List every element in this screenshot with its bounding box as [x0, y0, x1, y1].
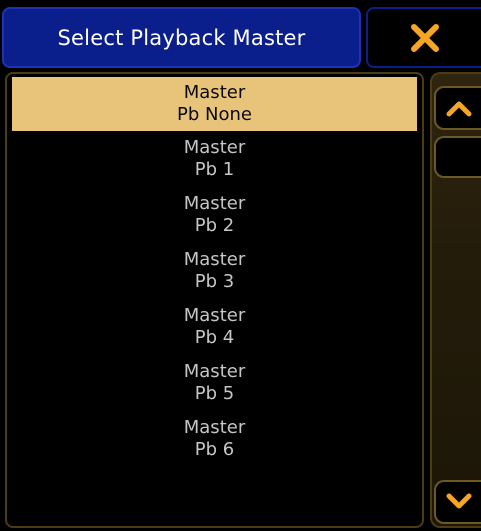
list-item[interactable]: Master Pb None	[12, 77, 417, 131]
list-item-line1: Master	[184, 361, 245, 383]
list-item-line2: Pb 4	[195, 327, 234, 349]
list-item-line1: Master	[184, 82, 245, 104]
list-item-line1: Master	[184, 417, 245, 439]
list-item[interactable]: Master Pb 2	[12, 187, 417, 243]
list-item-line2: Pb 6	[195, 439, 234, 461]
scroll-thumb[interactable]	[434, 136, 481, 178]
playback-master-list: Master Pb None Master Pb 1 Master Pb 2 M…	[5, 72, 424, 528]
dialog-title: Select Playback Master	[58, 26, 306, 50]
list-item-line2: Pb 3	[195, 271, 234, 293]
scroll-down-button[interactable]	[434, 480, 481, 524]
list-item[interactable]: Master Pb 3	[12, 243, 417, 299]
list-item[interactable]: Master Pb 1	[12, 131, 417, 187]
list-items-container: Master Pb None Master Pb 1 Master Pb 2 M…	[12, 77, 417, 467]
list-item-line1: Master	[184, 249, 245, 271]
list-item-line1: Master	[184, 193, 245, 215]
close-x-icon	[410, 23, 440, 53]
list-item-line2: Pb 5	[195, 383, 234, 405]
list-item-line2: Pb None	[177, 104, 252, 126]
chevron-down-icon	[446, 493, 472, 511]
close-button[interactable]	[366, 7, 481, 68]
list-item-line2: Pb 1	[195, 159, 234, 181]
scroll-up-button[interactable]	[434, 86, 481, 130]
list-item-line1: Master	[184, 137, 245, 159]
list-item-line2: Pb 2	[195, 215, 234, 237]
list-item[interactable]: Master Pb 6	[12, 411, 417, 467]
list-item[interactable]: Master Pb 4	[12, 299, 417, 355]
dialog-title-bar: Select Playback Master	[2, 7, 361, 68]
list-item[interactable]: Master Pb 5	[12, 355, 417, 411]
list-scrollbar[interactable]	[430, 72, 481, 528]
chevron-up-icon	[446, 99, 472, 117]
list-item-line1: Master	[184, 305, 245, 327]
